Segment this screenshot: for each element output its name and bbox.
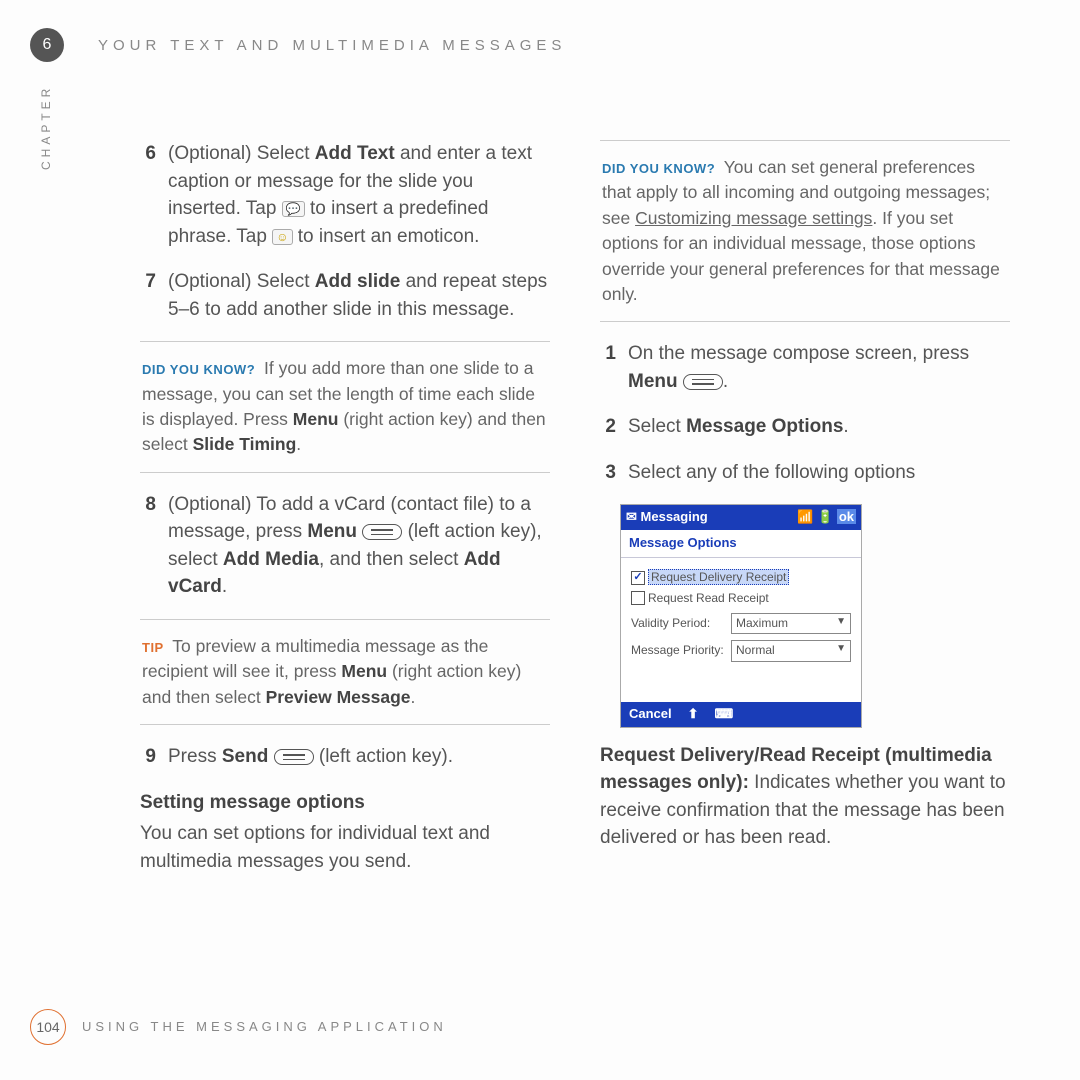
step-6: 6 (Optional) Select Add Text and enter a… — [140, 140, 550, 250]
checkbox-delivery-receipt[interactable]: Request Delivery Receipt — [631, 569, 851, 586]
step-7: 7 (Optional) Select Add slide and repeat… — [140, 268, 550, 323]
phone-softkey-bar: Cancel ⬆ ⌨ — [621, 702, 861, 727]
checkbox-read-receipt[interactable]: Request Read Receipt — [631, 590, 851, 607]
chevron-down-icon: ▼ — [836, 615, 846, 632]
step-text: Select Message Options. — [628, 413, 1010, 441]
step-text: On the message compose screen, press Men… — [628, 340, 1010, 395]
step-text: (Optional) Select Add slide and repeat s… — [168, 268, 550, 323]
footer: 104 USING THE MESSAGING APPLICATION — [30, 1009, 447, 1045]
footer-title: USING THE MESSAGING APPLICATION — [82, 1018, 447, 1037]
menu-icon — [683, 374, 723, 390]
dropdown-validity[interactable]: Maximum▼ — [731, 613, 851, 634]
dyk-label: DID YOU KNOW? — [602, 161, 715, 176]
field-label: Message Priority: — [631, 642, 731, 659]
step-number: 1 — [600, 340, 616, 395]
field-label: Validity Period: — [631, 615, 731, 632]
titlebar-status: 📶 🔋 ok — [797, 508, 856, 527]
step-number: 9 — [140, 743, 156, 771]
checkbox-icon[interactable] — [631, 591, 645, 605]
tip-label: TIP — [142, 640, 164, 655]
step-text: Press Send (left action key). — [168, 743, 550, 771]
keyboard-icon[interactable]: ⌨ — [715, 705, 734, 724]
section-intro: You can set options for individual text … — [140, 820, 550, 875]
chevron-down-icon: ▼ — [836, 642, 846, 659]
field-validity-period: Validity Period: Maximum▼ — [631, 613, 851, 634]
dropdown-priority[interactable]: Normal▼ — [731, 640, 851, 661]
step-number: 2 — [600, 413, 616, 441]
checkbox-icon[interactable] — [631, 571, 645, 585]
step-8: 8 (Optional) To add a vCard (contact fil… — [140, 491, 550, 601]
cancel-softkey[interactable]: Cancel — [629, 705, 672, 724]
option-description: Request Delivery/Read Receipt (multimedi… — [600, 742, 1010, 852]
chapter-badge: 6 — [30, 28, 64, 62]
emoticon-icon: ☺ — [272, 229, 292, 245]
phone-screenshot: ✉ Messaging 📶 🔋 ok Message Options Reque… — [620, 504, 862, 727]
field-message-priority: Message Priority: Normal▼ — [631, 640, 851, 661]
menu-icon — [362, 524, 402, 540]
quick-text-icon: 💬 — [282, 201, 305, 217]
phone-body: Request Delivery Receipt Request Read Re… — [621, 558, 861, 702]
step-3: 3 Select any of the following options — [600, 459, 1010, 487]
right-column: DID YOU KNOW? You can set general prefer… — [600, 140, 1010, 875]
tip-box: TIP To preview a multimedia message as t… — [140, 619, 550, 725]
dyk-label: DID YOU KNOW? — [142, 362, 255, 377]
section-heading: Setting message options — [140, 789, 550, 817]
step-9: 9 Press Send (left action key). — [140, 743, 550, 771]
step-text: (Optional) Select Add Text and enter a t… — [168, 140, 550, 250]
step-number: 3 — [600, 459, 616, 487]
running-header: YOUR TEXT AND MULTIMEDIA MESSAGES — [98, 35, 566, 57]
step-1: 1 On the message compose screen, press M… — [600, 340, 1010, 395]
did-you-know-box: DID YOU KNOW? If you add more than one s… — [140, 341, 550, 473]
left-column: 6 (Optional) Select Add Text and enter a… — [140, 140, 550, 875]
phone-subheader: Message Options — [621, 530, 861, 558]
step-number: 6 — [140, 140, 156, 250]
step-number: 7 — [140, 268, 156, 323]
phone-titlebar: ✉ Messaging 📶 🔋 ok — [621, 505, 861, 530]
up-icon: ⬆ — [688, 705, 699, 724]
step-2: 2 Select Message Options. — [600, 413, 1010, 441]
send-icon — [274, 749, 314, 765]
did-you-know-box: DID YOU KNOW? You can set general prefer… — [600, 140, 1010, 322]
step-text: Select any of the following options — [628, 459, 1010, 487]
app-icon: ✉ — [626, 509, 637, 524]
chapter-side-label: CHAPTER — [38, 85, 55, 170]
step-text: (Optional) To add a vCard (contact file)… — [168, 491, 550, 601]
page-number: 104 — [30, 1009, 66, 1045]
link-customizing-settings[interactable]: Customizing message settings — [635, 208, 872, 228]
step-number: 8 — [140, 491, 156, 601]
